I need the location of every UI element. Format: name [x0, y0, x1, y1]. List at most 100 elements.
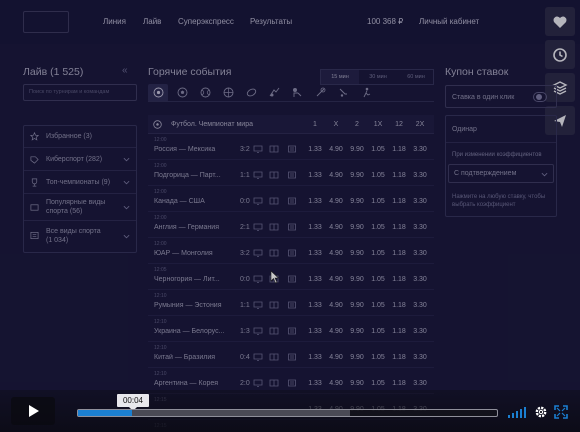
- odds-cell[interactable]: 3.30: [410, 380, 430, 387]
- scoreboard-icon[interactable]: [269, 379, 279, 387]
- table-row[interactable]: 12:00 Канада — США 0:0 1.33 4.90 9.90 1.05 1.18…: [148, 186, 434, 212]
- event-teams[interactable]: Украина — Белорус...: [154, 328, 236, 335]
- stats-icon[interactable]: [287, 171, 297, 179]
- category-popular[interactable]: Популярные виды спорта (56): [24, 195, 136, 221]
- tv-icon[interactable]: [253, 145, 263, 153]
- single-bet-tab[interactable]: Одинар: [446, 116, 556, 143]
- collapse-sidebar-icon[interactable]: «: [122, 65, 128, 76]
- hockey-stick-icon[interactable]: [338, 87, 349, 98]
- category-all-sports[interactable]: Все виды спорта (1 034): [24, 222, 136, 252]
- scoreboard-icon[interactable]: [269, 327, 279, 335]
- balance[interactable]: 100 368 ₽: [367, 17, 403, 26]
- volume-icon[interactable]: [507, 405, 527, 419]
- tv-icon[interactable]: [253, 223, 263, 231]
- odds-cell[interactable]: 1.18: [389, 172, 409, 179]
- event-teams[interactable]: Китай — Бразилия: [154, 354, 236, 361]
- event-teams[interactable]: Россия — Мексика: [154, 146, 236, 153]
- scoreboard-icon[interactable]: [269, 301, 279, 309]
- odds-cell[interactable]: 1.18: [389, 354, 409, 361]
- table-row[interactable]: 12:05 Черногория — Лит... 0:0 1.33 4.90 9.90 1…: [148, 264, 434, 290]
- odds-cell[interactable]: 9.90: [347, 302, 367, 309]
- odds-cell[interactable]: 3.30: [410, 328, 430, 335]
- basketball-icon[interactable]: [223, 87, 234, 98]
- video-progress-bar[interactable]: [77, 409, 498, 417]
- odds-cell[interactable]: 1.18: [389, 146, 409, 153]
- scoreboard-icon[interactable]: [269, 197, 279, 205]
- odds-cell[interactable]: 9.90: [347, 198, 367, 205]
- table-row[interactable]: 12:10 Румыния — Эстония 1:1 1.33 4.90 9.90 1.0…: [148, 290, 434, 316]
- odds-cell[interactable]: 9.90: [347, 146, 367, 153]
- odds-cell[interactable]: 4.90: [326, 354, 346, 361]
- tv-icon[interactable]: [253, 327, 263, 335]
- odds-cell[interactable]: 1.05: [368, 172, 388, 179]
- nav-results[interactable]: Результаты: [250, 17, 292, 26]
- logo[interactable]: [23, 11, 69, 33]
- odds-cell[interactable]: 1.33: [305, 224, 325, 231]
- stats-icon[interactable]: [287, 249, 297, 257]
- odds-cell[interactable]: 9.90: [347, 224, 367, 231]
- watch-later-button[interactable]: [545, 40, 575, 69]
- table-row[interactable]: 12:00 Россия — Мексика 3:2 1.33 4.90 9.90 1.05…: [148, 134, 434, 160]
- filter-60-min[interactable]: 60 мин: [397, 70, 435, 84]
- odds-cell[interactable]: 1.33: [305, 302, 325, 309]
- filter-15-min[interactable]: 15 мин: [321, 70, 359, 84]
- filter-30-min[interactable]: 30 мин: [359, 70, 397, 84]
- one-click-bet-toggle[interactable]: [533, 92, 547, 102]
- odds-cell[interactable]: 4.90: [326, 146, 346, 153]
- odds-cell[interactable]: 1.05: [368, 146, 388, 153]
- odds-cell[interactable]: 1.33: [305, 198, 325, 205]
- event-teams[interactable]: Черногория — Лит...: [154, 276, 236, 283]
- table-row[interactable]: 12:00 Подгорица — Парт... 1:1 1.33 4.90 9.90 1…: [148, 160, 434, 186]
- nav-line[interactable]: Линия: [103, 17, 126, 26]
- odds-cell[interactable]: 4.90: [326, 172, 346, 179]
- tv-icon[interactable]: [253, 379, 263, 387]
- odds-cell[interactable]: 4.90: [326, 224, 346, 231]
- stats-icon[interactable]: [287, 197, 297, 205]
- tv-icon[interactable]: [253, 301, 263, 309]
- odds-cell[interactable]: 1.18: [389, 302, 409, 309]
- table-row[interactable]: 12:00 ЮАР — Монголия 3:2 1.33 4.90 9.90 1.05 1.…: [148, 238, 434, 264]
- fullscreen-icon[interactable]: [554, 405, 568, 419]
- event-teams[interactable]: Подгорица — Парт...: [154, 172, 236, 179]
- odds-cell[interactable]: 1.05: [368, 302, 388, 309]
- odds-cell[interactable]: 9.90: [347, 328, 367, 335]
- tv-icon[interactable]: [253, 249, 263, 257]
- odds-cell[interactable]: 1.05: [368, 380, 388, 387]
- odds-cell[interactable]: 1.05: [368, 354, 388, 361]
- odds-cell[interactable]: 3.30: [410, 198, 430, 205]
- one-click-bet[interactable]: Ставка в один клик: [445, 85, 557, 108]
- odds-cell[interactable]: 1.33: [305, 380, 325, 387]
- odds-cell[interactable]: 3.30: [410, 302, 430, 309]
- event-teams[interactable]: Румыния — Эстония: [154, 302, 236, 309]
- odds-cell[interactable]: 1.18: [389, 198, 409, 205]
- tv-icon[interactable]: [253, 171, 263, 179]
- odds-cell[interactable]: 1.18: [389, 380, 409, 387]
- event-teams[interactable]: Аргентина — Корея: [154, 380, 236, 387]
- stats-icon[interactable]: [287, 145, 297, 153]
- event-teams[interactable]: Канада — США: [154, 198, 236, 205]
- odds-cell[interactable]: 3.30: [410, 354, 430, 361]
- odds-cell[interactable]: 1.18: [389, 250, 409, 257]
- odds-cell[interactable]: 1.33: [305, 250, 325, 257]
- tennis-icon[interactable]: [200, 87, 211, 98]
- personal-cabinet-link[interactable]: Личный кабинет: [419, 17, 479, 26]
- cycling-icon[interactable]: [361, 87, 372, 98]
- tv-icon[interactable]: [253, 275, 263, 283]
- category-favorites[interactable]: Избранное (3): [24, 126, 136, 148]
- odds-cell[interactable]: 3.30: [410, 224, 430, 231]
- gear-icon[interactable]: [534, 405, 548, 419]
- event-teams[interactable]: ЮАР — Монголия: [154, 250, 236, 257]
- odds-cell[interactable]: 3.30: [410, 172, 430, 179]
- odds-cell[interactable]: 9.90: [347, 380, 367, 387]
- odds-cell[interactable]: 4.90: [326, 198, 346, 205]
- odds-cell[interactable]: 4.90: [326, 276, 346, 283]
- stats-icon[interactable]: [287, 353, 297, 361]
- scoreboard-icon[interactable]: [269, 145, 279, 153]
- table-row[interactable]: 12:00 Англия — Германия 2:1 1.33 4.90 9.90 1.0…: [148, 212, 434, 238]
- table-row[interactable]: 12:10 Китай — Бразилия 0:4 1.33 4.90 9.90 1.05…: [148, 342, 434, 368]
- odds-cell[interactable]: 4.90: [326, 328, 346, 335]
- odds-cell[interactable]: 9.90: [347, 172, 367, 179]
- stats-icon[interactable]: [287, 379, 297, 387]
- odds-cell[interactable]: 3.30: [410, 276, 430, 283]
- odds-cell[interactable]: 4.90: [326, 302, 346, 309]
